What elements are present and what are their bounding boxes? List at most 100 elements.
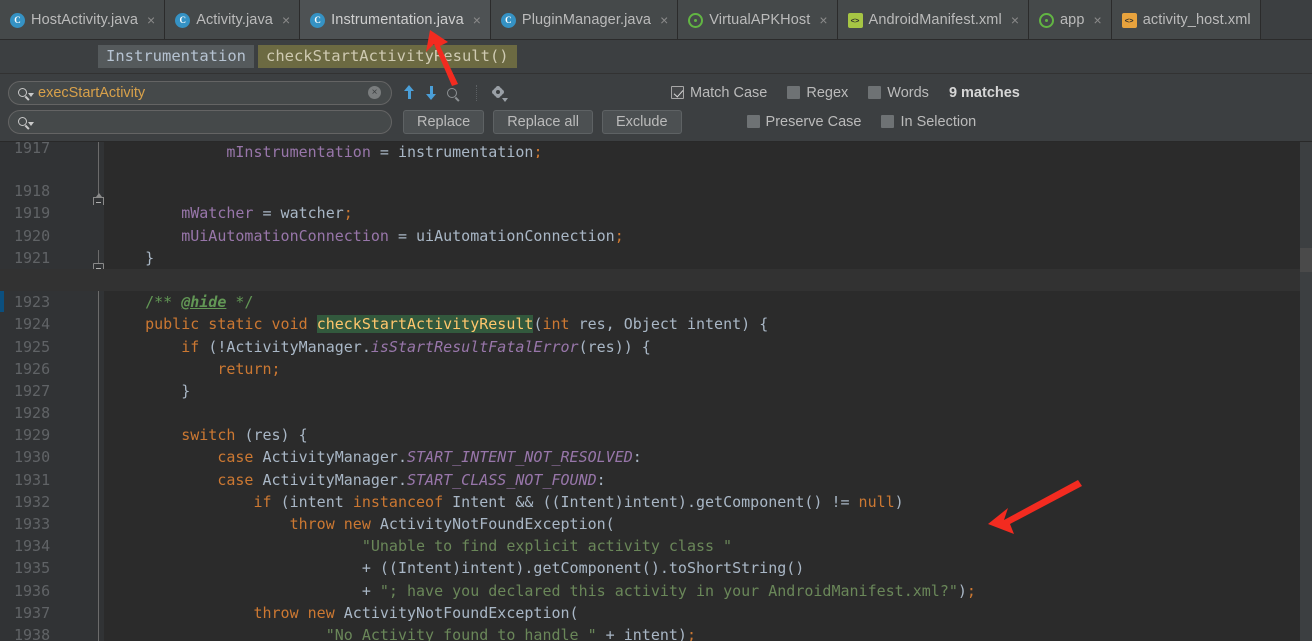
search-icon[interactable]	[18, 117, 34, 126]
tab-close-icon[interactable]: ×	[282, 13, 290, 27]
editor-tab-androidmanifest[interactable]: AndroidManifest.xml ×	[837, 0, 1029, 39]
tab-label: Instrumentation.java	[331, 12, 464, 28]
find-previous-icon[interactable]	[403, 85, 416, 100]
search-input-value: execStartActivity	[38, 84, 146, 101]
exclude-button[interactable]: Exclude	[601, 109, 682, 134]
code-line[interactable]: 1936 throw new ActivityNotFoundException…	[0, 557, 1312, 622]
option-preserve-case[interactable]: Preserve Case	[746, 113, 862, 130]
editor-tab-activity[interactable]: C Activity.java ×	[165, 0, 301, 39]
code-line[interactable]: 1933 "Unable to find explicit activity c…	[0, 491, 1312, 555]
checkbox-regex[interactable]	[787, 86, 801, 99]
find-options-row-2: Preserve Case In Selection	[746, 113, 997, 130]
option-match-case[interactable]: Match Case	[671, 85, 767, 101]
java-class-icon: C	[175, 12, 191, 28]
option-regex[interactable]: Regex	[787, 85, 848, 101]
code-line[interactable]: 1926 }	[0, 336, 1312, 400]
option-in-selection[interactable]: In Selection	[881, 114, 976, 130]
tab-label: AndroidManifest.xml	[868, 12, 1002, 28]
find-row: execStartActivity × Match Case Regex Wor…	[0, 78, 1312, 107]
find-settings-gear-icon[interactable]	[491, 85, 508, 102]
find-nav-buttons	[403, 84, 508, 102]
editor-tab-instrumentation[interactable]: C Instrumentation.java ×	[300, 0, 491, 39]
code-line[interactable]: 1935 + "; have you declared this activit…	[0, 535, 1312, 599]
code-line[interactable]: 1939 throw new SecurityException("Not al…	[0, 624, 1312, 641]
checkbox-match-case[interactable]	[671, 86, 684, 99]
code-line[interactable]: 1920 }	[0, 202, 1312, 267]
editor-scrollbar[interactable]	[1300, 142, 1312, 641]
java-class-icon: C	[500, 12, 516, 28]
code-line[interactable]: 1927	[0, 358, 1312, 400]
code-line[interactable]: 1937 "No Activity found to handle " + in…	[0, 580, 1312, 641]
code-line[interactable]: 1921	[0, 225, 1312, 267]
code-line[interactable]: 1925 return;	[0, 313, 1312, 378]
code-line[interactable]: 1934 + ((Intent)intent).getComponent().t…	[0, 513, 1312, 577]
code-editor[interactable]: 1917 mInstrumentation = instrumentation;…	[0, 142, 1312, 641]
find-options-row-1: Match Case Regex Words 9 matches	[671, 85, 1020, 101]
replace-buttons: Replace Replace all Exclude	[403, 109, 691, 134]
clear-search-icon[interactable]: ×	[368, 86, 381, 99]
tab-close-icon[interactable]: ×	[819, 13, 827, 27]
tab-close-icon[interactable]: ×	[473, 13, 481, 27]
option-label: Words	[887, 84, 929, 101]
breadcrumb-item-method[interactable]: checkStartActivityResult()	[257, 45, 517, 68]
checkbox-preserve-case[interactable]	[746, 115, 760, 128]
code-line[interactable]: 1932 throw new ActivityNotFoundException…	[0, 469, 1312, 533]
editor-tab-bar: C HostActivity.java × C Activity.java × …	[0, 0, 1312, 40]
code-line[interactable]: 1918 mWatcher = watcher;	[0, 158, 1312, 222]
checkbox-words[interactable]	[868, 86, 882, 99]
android-module-icon	[1039, 12, 1054, 28]
tab-label: VirtualAPKHost	[709, 12, 811, 28]
tab-label: Activity.java	[196, 12, 273, 28]
java-class-icon: C	[10, 12, 25, 28]
option-label: Regex	[806, 84, 849, 101]
editor-tab-virtualapkhost[interactable]: VirtualAPKHost ×	[678, 0, 838, 39]
find-in-scope-icon[interactable]	[447, 85, 462, 100]
replace-row: Replace Replace all Exclude Preserve Cas…	[0, 107, 1312, 136]
tab-close-icon[interactable]: ×	[660, 13, 668, 27]
tab-label: app	[1060, 12, 1085, 28]
replace-input[interactable]	[8, 109, 392, 134]
toolbar-separator	[476, 84, 477, 101]
option-words[interactable]: Words	[868, 85, 929, 101]
code-line[interactable]: 1922 /** @hide */	[0, 247, 1312, 311]
editor-tab-pluginmanager[interactable]: C PluginManager.java ×	[490, 0, 679, 39]
line-number: 1917	[14, 142, 51, 157]
breadcrumb: Instrumentation checkStartActivityResult…	[0, 40, 1312, 74]
code-content: 1917 mInstrumentation = instrumentation;…	[0, 142, 1312, 641]
code-line[interactable]: 1938 case ActivityManager.START_PERMISSI…	[0, 602, 1312, 641]
ide-window: C HostActivity.java × C Activity.java × …	[0, 0, 1312, 641]
code-line[interactable]: 1923 public static void checkStartActivi…	[0, 268, 1312, 334]
breadcrumb-item-class[interactable]: Instrumentation	[98, 45, 254, 68]
option-label: Match Case	[690, 84, 768, 101]
code-line[interactable]: 1919 mUiAutomationConnection = uiAutomat…	[0, 180, 1312, 244]
manifest-xml-icon	[847, 12, 863, 28]
search-input[interactable]: execStartActivity ×	[8, 80, 392, 105]
layout-xml-icon	[1121, 12, 1137, 28]
code-line[interactable]: 1924 if (!ActivityManager.isStartResultF…	[0, 291, 1312, 355]
code-line[interactable]: 1931 if (intent instanceof Intent && ((I…	[0, 446, 1312, 511]
code-line[interactable]: 1928 switch (res) {	[0, 380, 1312, 444]
tab-close-icon[interactable]: ×	[1011, 13, 1019, 27]
tab-label: HostActivity.java	[31, 12, 138, 28]
tab-label: activity_host.xml	[1142, 12, 1251, 28]
option-label: In Selection	[900, 113, 977, 130]
search-icon[interactable]	[18, 88, 34, 97]
code-line[interactable]: 1929 case ActivityManager.START_INTENT_N…	[0, 402, 1312, 466]
editor-tab-activity-host-xml[interactable]: activity_host.xml	[1111, 0, 1261, 39]
code-line[interactable]: 1930 case ActivityManager.START_CLASS_NO…	[0, 424, 1312, 488]
tab-close-icon[interactable]: ×	[147, 13, 155, 27]
replace-button[interactable]: Replace	[403, 109, 485, 134]
match-count-label: 9 matches	[948, 84, 1020, 101]
editor-tab-hostactivity[interactable]: C HostActivity.java ×	[0, 0, 166, 39]
android-module-icon	[688, 12, 704, 28]
replace-all-button[interactable]: Replace all	[493, 109, 593, 134]
option-label: Preserve Case	[765, 113, 862, 130]
code-line[interactable]: 1917 mInstrumentation = instrumentation;	[0, 142, 1312, 158]
scrollbar-thumb[interactable]	[1300, 248, 1312, 272]
tab-close-icon[interactable]: ×	[1094, 13, 1102, 27]
editor-tab-app[interactable]: app ×	[1029, 0, 1112, 39]
code-text: mInstrumentation = instrumentation;	[226, 143, 543, 159]
checkbox-in-selection[interactable]	[881, 115, 895, 128]
find-replace-panel: execStartActivity × Match Case Regex Wor…	[0, 74, 1312, 142]
find-next-icon[interactable]	[425, 85, 438, 100]
